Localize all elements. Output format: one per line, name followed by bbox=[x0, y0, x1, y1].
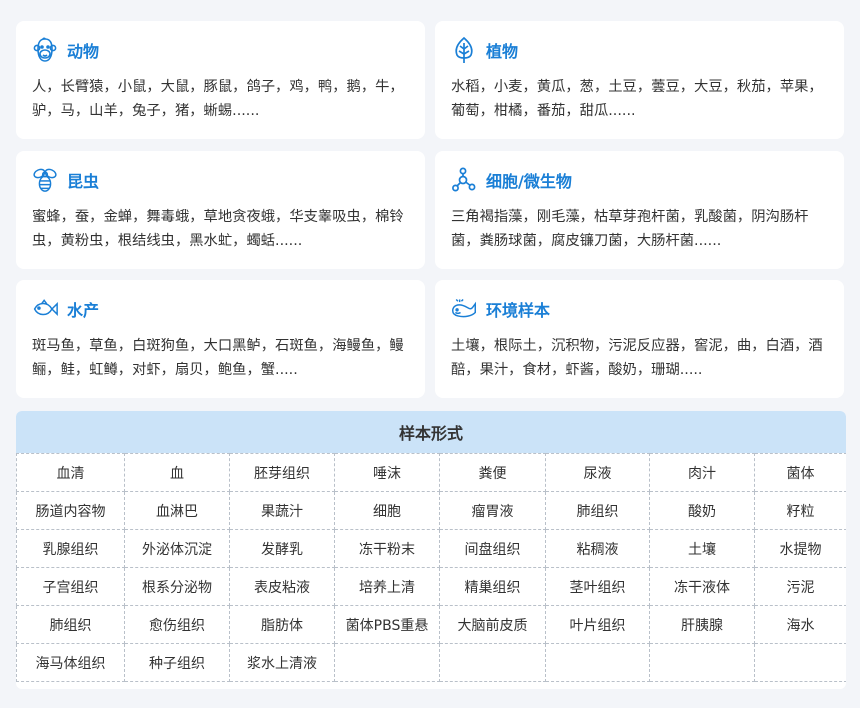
sample-cell: 血淋巴 bbox=[124, 491, 230, 530]
category-card-microbe: 细胞/微生物 三角褐指藻，刚毛藻，枯草芽孢杆菌，乳酸菌，阴沟肠杆菌，粪肠球菌，腐… bbox=[435, 151, 844, 269]
sample-cell: 冻干粉末 bbox=[334, 529, 440, 568]
category-card-environment: 环境样本 土壤，根际土，沉积物，污泥反应器，窖泥，曲，白酒，酒醅，果汁，食材，虾… bbox=[435, 280, 844, 398]
sample-cell: 尿液 bbox=[545, 453, 650, 492]
sample-cell: 水提物 bbox=[754, 529, 846, 568]
table-row: 子宫组织 根系分泌物 表皮粘液 培养上清 精巢组织 茎叶组织 冻干液体 污泥 bbox=[16, 567, 846, 606]
sample-cell: 菌体 bbox=[754, 453, 846, 492]
sample-cell bbox=[649, 643, 755, 682]
sample-cell: 肉汁 bbox=[649, 453, 755, 492]
sample-cell: 外泌体沉淀 bbox=[124, 529, 230, 568]
category-examples: 三角褐指藻，刚毛藻，枯草芽孢杆菌，乳酸菌，阴沟肠杆菌，粪肠球菌，腐皮镰刀菌，大肠… bbox=[451, 209, 809, 249]
sample-cell: 发酵乳 bbox=[229, 529, 335, 568]
table-row: 肺组织 愈伤组织 脂肪体 菌体PBS重悬 大脑前皮质 叶片组织 肝胰腺 海水 bbox=[16, 605, 846, 644]
sample-cell: 果蔬汁 bbox=[229, 491, 335, 530]
sample-cell: 肠道内容物 bbox=[16, 491, 125, 530]
category-title: 细胞/微生物 bbox=[486, 172, 572, 191]
sample-cell: 菌体PBS重悬 bbox=[334, 605, 440, 644]
bee-icon bbox=[32, 165, 58, 195]
table-row: 海马体组织 种子组织 浆水上清液 bbox=[16, 643, 846, 682]
sample-cell: 冻干液体 bbox=[649, 567, 755, 606]
fish-icon bbox=[32, 294, 58, 324]
category-examples: 蜜蜂，蚕，金蝉，舞毒蛾，草地贪夜蛾，华支睾吸虫，棉铃虫，黄粉虫，根结线虫，黑水虻… bbox=[32, 209, 404, 249]
category-card-aquatic: 水产 斑马鱼，草鱼，白斑狗鱼，大口黑鲈，石斑鱼，海鳗鱼，鳗鲡，鲑，虹鳟，对虾，扇… bbox=[16, 280, 425, 398]
category-examples: 土壤，根际土，沉积物，污泥反应器，窖泥，曲，白酒，酒醅，果汁，食材，虾酱，酸奶，… bbox=[451, 338, 823, 378]
category-examples: 人，长臂猿，小鼠，大鼠，豚鼠，鸽子，鸡，鸭，鹅，牛，驴，马，山羊，兔子，猪，蜥蜴… bbox=[32, 79, 404, 119]
sample-cell: 胚芽组织 bbox=[229, 453, 335, 492]
sample-cell: 培养上清 bbox=[334, 567, 440, 606]
sample-cell: 血清 bbox=[16, 453, 125, 492]
sample-cell: 浆水上清液 bbox=[229, 643, 335, 682]
sample-cell bbox=[754, 643, 846, 682]
whale-icon bbox=[451, 294, 477, 324]
sample-cell: 酸奶 bbox=[649, 491, 755, 530]
table-row: 肠道内容物 血淋巴 果蔬汁 细胞 瘤胃液 肺组织 酸奶 籽粒 bbox=[16, 491, 846, 530]
sample-cell: 唾沫 bbox=[334, 453, 440, 492]
category-title: 水产 bbox=[67, 301, 100, 320]
category-card-insect: 昆虫 蜜蜂，蚕，金蝉，舞毒蛾，草地贪夜蛾，华支睾吸虫，棉铃虫，黄粉虫，根结线虫，… bbox=[16, 151, 425, 269]
sample-cell: 子宫组织 bbox=[16, 567, 125, 606]
table-row: 乳腺组织 外泌体沉淀 发酵乳 冻干粉末 间盘组织 粘稠液 土壤 水提物 bbox=[16, 529, 846, 568]
sample-cell: 血 bbox=[124, 453, 230, 492]
sample-forms-table: 血清血胚芽组织 唾沫 粪便 尿液 肉汁 菌体 肠道内容物 血淋巴 果蔬汁 细胞 瘤胃液 肺组织 酸奶 籽粒… bbox=[16, 453, 846, 682]
category-title: 动物 bbox=[67, 42, 100, 61]
leaf-icon bbox=[451, 35, 477, 65]
sample-cell: 叶片组织 bbox=[545, 605, 650, 644]
category-examples: 斑马鱼，草鱼，白斑狗鱼，大口黑鲈，石斑鱼，海鳗鱼，鳗鲡，鲑，虹鳟，对虾，扇贝，鲍… bbox=[32, 338, 404, 378]
sample-cell: 间盘组织 bbox=[439, 529, 546, 568]
sample-cell: 精巢组织 bbox=[439, 567, 546, 606]
sample-cell: 茎叶组织 bbox=[545, 567, 650, 606]
sample-forms-title: 样本形式 bbox=[16, 411, 846, 453]
sample-cell bbox=[439, 643, 546, 682]
sample-cell: 愈伤组织 bbox=[124, 605, 230, 644]
sample-cell: 表皮粘液 bbox=[229, 567, 335, 606]
category-title: 昆虫 bbox=[67, 172, 100, 191]
table-row: 血清血胚芽组织 唾沫 粪便 尿液 肉汁 菌体 bbox=[16, 453, 846, 492]
sample-cell bbox=[334, 643, 440, 682]
sample-cell: 粘稠液 bbox=[545, 529, 650, 568]
category-examples: 水稻，小麦，黄瓜，葱，土豆，蕓豆，大豆，秋茄，苹果，葡萄，柑橘，番茄，甜瓜...… bbox=[451, 79, 823, 119]
category-title: 植物 bbox=[486, 42, 519, 61]
molecule-icon bbox=[451, 165, 477, 195]
sample-cell: 籽粒 bbox=[754, 491, 846, 530]
sample-cell: 乳腺组织 bbox=[16, 529, 125, 568]
sample-cell: 污泥 bbox=[754, 567, 846, 606]
sample-forms-panel: 样本形式 血清血胚芽组织 唾沫 粪便 尿液 肉汁 菌体 肠道内容物 血淋巴 果蔬汁 细胞 瘤胃液 肺组… bbox=[16, 411, 846, 689]
category-card-plant: 植物 水稻，小麦，黄瓜，葱，土豆，蕓豆，大豆，秋茄，苹果，葡萄，柑橘，番茄，甜瓜… bbox=[435, 21, 844, 139]
category-title: 环境样本 bbox=[486, 301, 551, 320]
monkey-icon bbox=[32, 35, 58, 65]
sample-cell: 根系分泌物 bbox=[124, 567, 230, 606]
sample-cell: 肺组织 bbox=[545, 491, 650, 530]
sample-cell: 粪便 bbox=[439, 453, 546, 492]
sample-cell: 细胞 bbox=[334, 491, 440, 530]
sample-cell: 种子组织 bbox=[124, 643, 230, 682]
sample-cell: 海水 bbox=[754, 605, 846, 644]
sample-cell: 瘤胃液 bbox=[439, 491, 546, 530]
sample-cell bbox=[545, 643, 650, 682]
sample-cell: 肝胰腺 bbox=[649, 605, 755, 644]
sample-cell: 海马体组织 bbox=[16, 643, 125, 682]
sample-cell: 脂肪体 bbox=[229, 605, 335, 644]
category-card-animal: 动物 人，长臂猿，小鼠，大鼠，豚鼠，鸽子，鸡，鸭，鹅，牛，驴，马，山羊，兔子，猪… bbox=[16, 21, 425, 139]
sample-cell: 土壤 bbox=[649, 529, 755, 568]
sample-cell: 大脑前皮质 bbox=[439, 605, 546, 644]
sample-cell: 肺组织 bbox=[16, 605, 125, 644]
